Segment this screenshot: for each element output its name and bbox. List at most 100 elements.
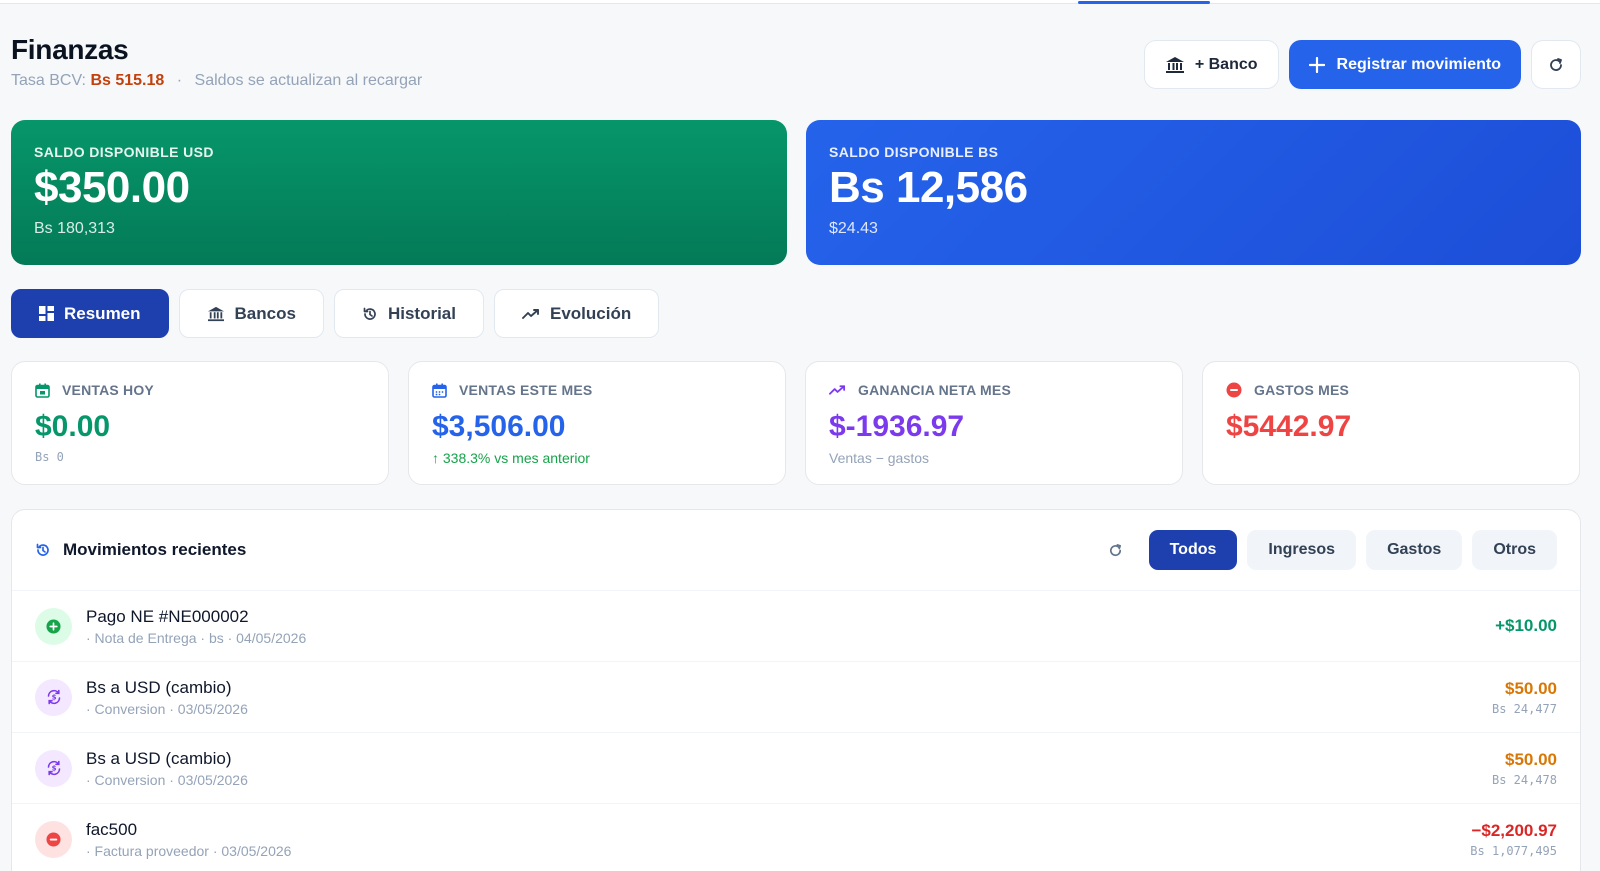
plus-icon [1308,56,1325,73]
minus-circle-icon [46,831,61,847]
movements-header: Movimientos recientes Todos Ingresos Gas… [12,510,1580,591]
active-nav-indicator [1078,1,1210,4]
movement-amount-bs: Bs 24,478 [1491,772,1557,787]
movement-sub: · Conversion · 03/05/2026 [86,700,248,717]
stat-sub: Bs 0 [35,450,64,464]
tab-bancos[interactable]: Bancos [178,289,324,338]
tab-historial[interactable]: Historial [333,289,484,338]
movements-title-group: Movimientos recientes [35,540,246,560]
svg-text:$: $ [51,694,56,702]
tab-evolucion-label: Evolución [549,303,632,323]
stat-amount: $-1936.97 [829,410,965,443]
filter-todos[interactable]: Todos [1148,530,1238,570]
stat-label: VENTAS ESTE MES [459,382,593,398]
movement-amounts: $50.00 Bs 24,478 [1492,750,1557,787]
recent-movements-panel: Movimientos recientes Todos Ingresos Gas… [11,509,1581,871]
stat-card-ganancia-neta: GANANCIA NETA MES $-1936.97 Ventas − gas… [805,361,1183,485]
filter-gastos[interactable]: Gastos [1366,530,1463,570]
balance-bs-sub: $24.43 [829,220,878,237]
balance-usd-amount: $350.00 [34,163,190,212]
tab-evolucion[interactable]: Evolución [493,289,660,338]
movement-info: Bs a USD (cambio) · Conversion · 03/05/2… [86,749,248,788]
movement-amount: −$2,200.97 [1471,820,1557,840]
balance-bs-amount: Bs 12,586 [829,163,1028,212]
exchange-icon: $ [47,760,60,776]
refresh-icon [1110,543,1122,556]
stat-label: VENTAS HOY [62,382,154,398]
exchange-badge: $ [35,678,72,716]
movement-row[interactable]: $ Bs a USD (cambio) · Conversion · 03/05… [12,733,1580,804]
income-badge [35,607,72,645]
calendar-check-icon [35,383,50,398]
movement-title: Bs a USD (cambio) [86,748,232,768]
balance-card-bs: SALDO DISPONIBLE BS Bs 12,586 $24.43 [806,120,1581,265]
movement-filters: Todos Ingresos Gastos Otros [1099,530,1557,570]
refresh-button[interactable] [1531,40,1581,89]
movement-row[interactable]: fac500 · Factura proveedor · 03/05/2026 … [12,804,1580,871]
register-movement-label: Registrar movimiento [1336,55,1501,73]
tab-resumen[interactable]: Resumen [11,289,169,338]
movements-refresh-button[interactable] [1099,543,1133,558]
view-tabs: Resumen Bancos Historial Evolución [11,289,660,338]
movement-sub: · Conversion · 03/05/2026 [86,771,248,788]
stat-card-ventas-mes: VENTAS ESTE MES $3,506.00 ↑ 338.3% vs me… [408,361,786,485]
tab-bancos-label: Bancos [234,303,296,323]
register-movement-button[interactable]: Registrar movimiento [1288,40,1521,89]
page-header: Finanzas Tasa BCV: Bs 515.18 · Saldos se… [11,34,1581,96]
stat-sub: ↑ 338.3% vs mes anterior [432,450,590,466]
balance-card-usd: SALDO DISPONIBLE USD $350.00 Bs 180,313 [11,120,787,265]
bank-icon [207,306,224,321]
add-bank-label: + Banco [1194,55,1258,73]
exchange-icon: $ [47,689,60,705]
movement-amount-bs: Bs 24,477 [1491,701,1557,716]
balance-usd-sub: Bs 180,313 [34,220,115,237]
calendar-icon [432,383,447,398]
movement-amount-bs: Bs 1,077,495 [1470,843,1557,858]
trend-icon [829,385,846,395]
stat-amount: $5442.97 [1226,410,1352,443]
history-icon [363,307,376,320]
stat-amount: $3,506.00 [432,410,566,443]
movement-title: Bs a USD (cambio) [86,677,232,697]
separator-dot: · [176,72,183,89]
dashboard-icon [39,306,54,321]
movement-row[interactable]: Pago NE #NE000002 · Nota de Entrega · bs… [12,591,1580,662]
movement-amounts: $50.00 Bs 24,477 [1492,679,1557,716]
stat-label-row: VENTAS HOY [35,382,365,398]
movement-title: fac500 [86,819,138,839]
bank-icon [1165,56,1184,73]
tab-resumen-label: Resumen [64,303,141,323]
rate-value: Bs 515.18 [90,72,165,89]
add-bank-button[interactable]: + Banco [1143,40,1279,89]
tab-historial-label: Historial [387,303,456,323]
rate-label: Tasa BCV: [11,72,86,89]
history-icon [36,543,49,556]
stat-label-row: VENTAS ESTE MES [432,382,762,398]
top-nav-rule [0,0,1600,4]
refresh-icon [1550,57,1562,71]
expense-badge [35,820,72,858]
movement-info: fac500 · Factura proveedor · 03/05/2026 [86,820,291,859]
movements-title: Movimientos recientes [63,540,247,559]
movement-info: Pago NE #NE000002 · Nota de Entrega · bs… [86,607,306,646]
filter-ingresos[interactable]: Ingresos [1247,530,1357,570]
filter-otros[interactable]: Otros [1472,530,1557,570]
rate-note: Saldos se actualizan al recargar [194,72,423,89]
stat-card-gastos-mes: GASTOS MES $5442.97 [1202,361,1580,485]
movement-amounts: +$10.00 [1495,616,1557,636]
movement-amount: $50.00 [1505,678,1557,698]
plus-circle-icon [46,618,61,634]
stat-amount: $0.00 [35,410,111,443]
movement-row[interactable]: $ Bs a USD (cambio) · Conversion · 03/05… [12,662,1580,733]
movement-title: Pago NE #NE000002 [86,606,249,626]
movement-sub: · Factura proveedor · 03/05/2026 [86,842,292,859]
movement-sub: · Nota de Entrega · bs · 04/05/2026 [86,629,307,646]
stat-label: GANANCIA NETA MES [858,382,1011,398]
movement-amount: +$10.00 [1495,616,1557,635]
header-actions: + Banco Registrar movimiento [1143,40,1581,89]
exchange-badge: $ [35,749,72,787]
stat-sub: Ventas − gastos [829,450,930,466]
balance-usd-label: SALDO DISPONIBLE USD [34,144,214,160]
movement-info: Bs a USD (cambio) · Conversion · 03/05/2… [86,678,248,717]
stat-label-row: GANANCIA NETA MES [829,382,1159,398]
